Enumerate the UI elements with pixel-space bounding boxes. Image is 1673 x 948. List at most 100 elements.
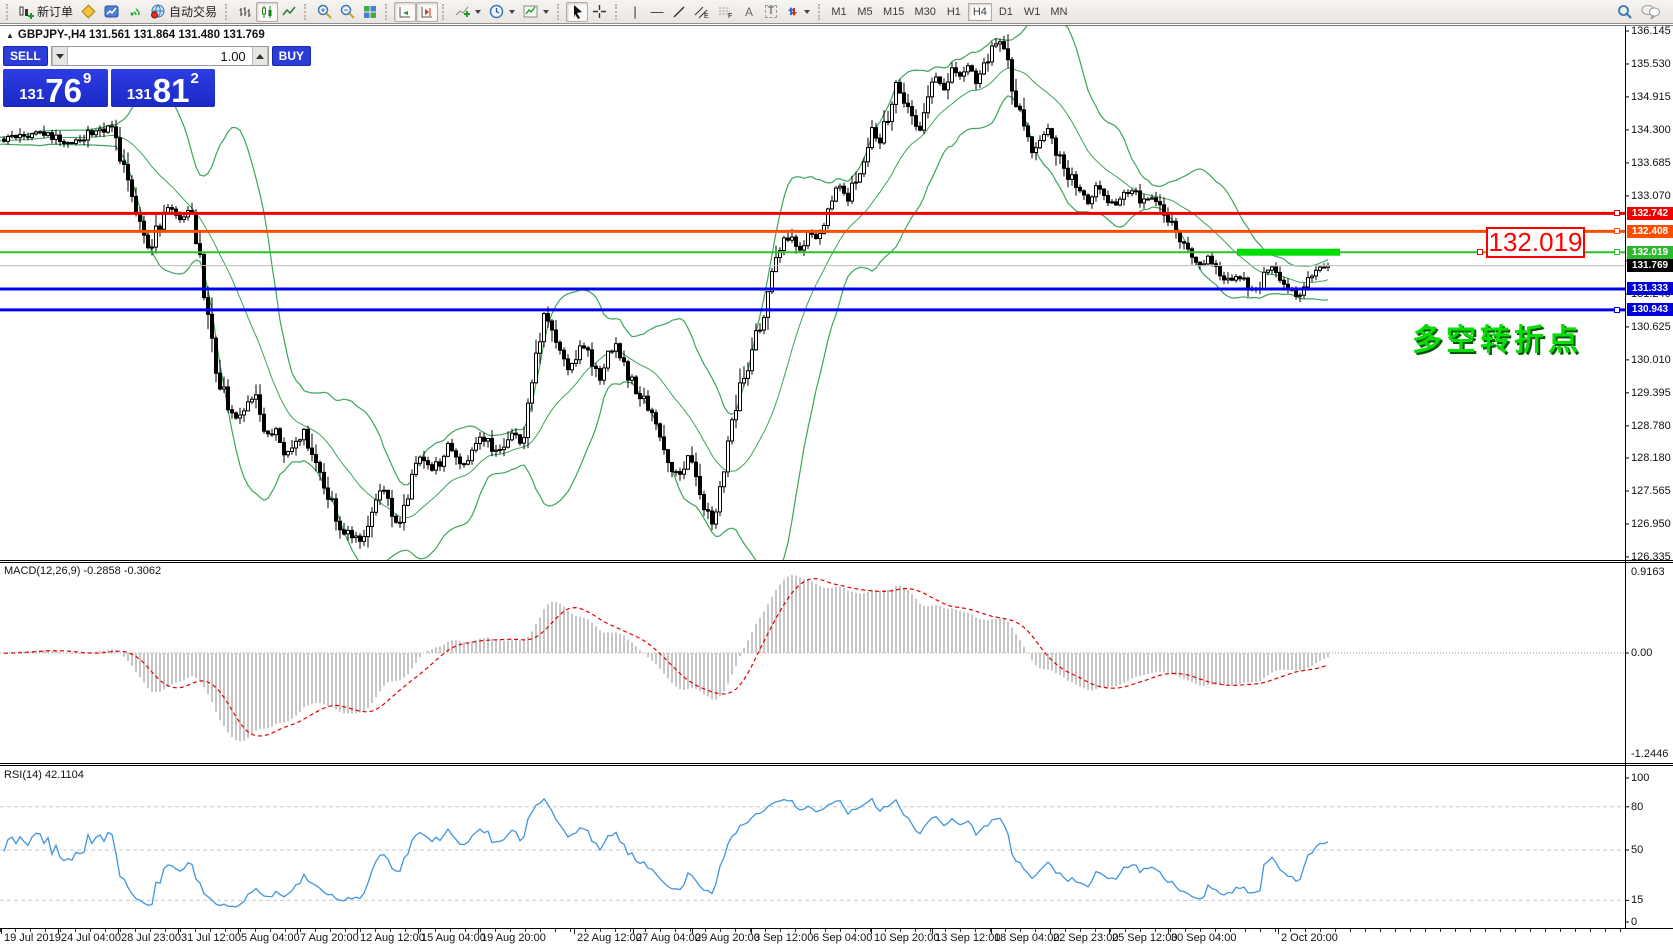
dropdown-caret-icon xyxy=(509,10,515,14)
time-axis-label: 28 Jul 23:00 xyxy=(121,932,181,944)
chart-canvas[interactable] xyxy=(0,0,1673,948)
timeframe-bar: M1M5M15M30H1H4D1W1MN xyxy=(827,3,1071,21)
toolbar-grip xyxy=(615,4,620,20)
new-order-button[interactable]: 新订单 xyxy=(15,2,77,22)
rsi-axis-label: 50 xyxy=(1631,844,1643,856)
crosshair-button[interactable] xyxy=(588,2,611,22)
price-tick-label: 126.950 xyxy=(1631,518,1671,530)
indicators-button[interactable] xyxy=(451,2,485,22)
arrows-button[interactable] xyxy=(782,2,814,22)
metaeditor-icon xyxy=(104,4,119,19)
timeframe-h1[interactable]: H1 xyxy=(942,3,966,21)
macd-axis-zero: 0.00 xyxy=(1631,647,1652,659)
fibonacci-button[interactable]: F xyxy=(714,2,738,22)
line-chart-icon xyxy=(282,5,296,19)
equidistant-channel-button[interactable]: E xyxy=(690,2,714,22)
toolbar-grip xyxy=(818,4,823,20)
indicators-icon xyxy=(455,4,470,19)
chat-button[interactable] xyxy=(1637,2,1665,22)
arrows-icon xyxy=(786,5,799,18)
dropdown-caret-icon xyxy=(543,10,549,14)
templates-button[interactable] xyxy=(519,2,553,22)
metaeditor-button[interactable] xyxy=(100,2,123,22)
timeframe-mn[interactable]: MN xyxy=(1046,3,1071,21)
timeframe-w1[interactable]: W1 xyxy=(1020,3,1045,21)
time-axis-tick xyxy=(478,929,479,934)
candlestick-icon xyxy=(260,5,274,19)
crosshair-icon xyxy=(592,4,607,19)
buy-button[interactable]: BUY xyxy=(272,46,311,66)
candlestick-chart-button[interactable] xyxy=(256,2,278,22)
timeframe-m1[interactable]: M1 xyxy=(827,3,851,21)
price-tick-label: 128.180 xyxy=(1631,452,1671,464)
cursor-button[interactable] xyxy=(566,2,588,22)
buy-price-panel[interactable]: 131 81 2 xyxy=(111,69,216,107)
callout-anchor-marker xyxy=(1477,249,1483,255)
autotrading-button[interactable]: 自动交易 xyxy=(146,2,221,22)
zoom-in-icon xyxy=(317,4,332,19)
chart-shift-button[interactable] xyxy=(416,2,438,22)
new-order-label: 新订单 xyxy=(37,3,73,20)
sell-price-pip: 9 xyxy=(83,71,91,86)
timeframe-d1[interactable]: D1 xyxy=(994,3,1018,21)
price-tick-label: 127.565 xyxy=(1631,485,1671,497)
zoom-in-button[interactable] xyxy=(313,2,336,22)
collapse-triangle-icon[interactable]: ▲ xyxy=(6,31,14,40)
channel-icon: E xyxy=(694,5,710,19)
auto-scroll-button[interactable] xyxy=(394,2,416,22)
price-line-chip: 131.333 xyxy=(1627,282,1673,295)
text-label-button[interactable]: T xyxy=(760,2,782,22)
line-anchor-marker xyxy=(1614,249,1620,255)
sell-button[interactable]: SELL xyxy=(3,46,48,66)
trendline-button[interactable] xyxy=(668,2,690,22)
sell-price-base: 131 xyxy=(19,87,44,102)
rsi-axis-label: 0 xyxy=(1631,916,1637,928)
macd-axis-min: -1.2446 xyxy=(1631,748,1668,760)
signals-button[interactable] xyxy=(123,2,146,22)
chinese-note[interactable]: 多空转折点 xyxy=(1412,315,1582,359)
dropdown-caret-icon xyxy=(475,10,481,14)
text-button[interactable]: A xyxy=(738,2,760,22)
autotrading-label: 自动交易 xyxy=(169,3,217,20)
time-axis-label: 3 Sep 12:00 xyxy=(754,932,813,944)
toolbar-grip xyxy=(442,4,447,20)
volume-decrease-button[interactable] xyxy=(52,47,68,65)
symbol-ohlc-text: GBPJPY-,H4 131.561 131.864 131.480 131.7… xyxy=(18,29,265,41)
volume-increase-button[interactable] xyxy=(252,47,268,65)
periods-button[interactable] xyxy=(485,2,519,22)
rsi-label: RSI(14) 42.1104 xyxy=(4,769,84,781)
time-axis-tick xyxy=(1109,929,1110,934)
price-tick-label: 136.145 xyxy=(1631,25,1671,37)
time-axis-label: 31 Jul 12:00 xyxy=(181,932,241,944)
time-axis-tick xyxy=(297,929,298,934)
time-axis-label: 10 Sep 20:00 xyxy=(874,932,939,944)
tile-windows-button[interactable] xyxy=(359,2,381,22)
svg-text:F: F xyxy=(728,13,732,19)
tile-windows-icon xyxy=(363,5,377,19)
timeframe-h4[interactable]: H4 xyxy=(968,3,992,21)
svg-text:E: E xyxy=(704,13,709,19)
market-watch-button[interactable] xyxy=(77,2,100,22)
time-axis-tick xyxy=(118,929,119,934)
bar-chart-button[interactable] xyxy=(234,2,256,22)
time-axis-tick xyxy=(633,929,634,934)
line-chart-button[interactable] xyxy=(278,2,300,22)
toolbar-grip xyxy=(6,4,11,20)
sell-price-panel[interactable]: 131 76 9 xyxy=(3,69,108,107)
timeframe-m30[interactable]: M30 xyxy=(910,3,939,21)
volume-input[interactable] xyxy=(68,47,252,65)
dropdown-caret-icon xyxy=(804,10,810,14)
time-axis-tick xyxy=(574,929,575,934)
toolbar-grip xyxy=(557,4,562,20)
chat-bubbles-icon xyxy=(1641,4,1661,19)
price-callout-box[interactable]: 132.019 xyxy=(1486,227,1585,258)
timeframe-m15[interactable]: M15 xyxy=(879,3,908,21)
horizontal-line-button[interactable]: — xyxy=(646,2,668,22)
timeframe-m5[interactable]: M5 xyxy=(853,3,877,21)
symbol-header: ▲ GBPJPY-,H4 131.561 131.864 131.480 131.… xyxy=(6,29,265,41)
time-axis-tick xyxy=(58,929,59,934)
vertical-line-button[interactable]: | xyxy=(624,2,646,22)
zoom-out-button[interactable] xyxy=(336,2,359,22)
horizontal-line-icon: — xyxy=(651,5,664,18)
search-button[interactable] xyxy=(1613,2,1637,22)
